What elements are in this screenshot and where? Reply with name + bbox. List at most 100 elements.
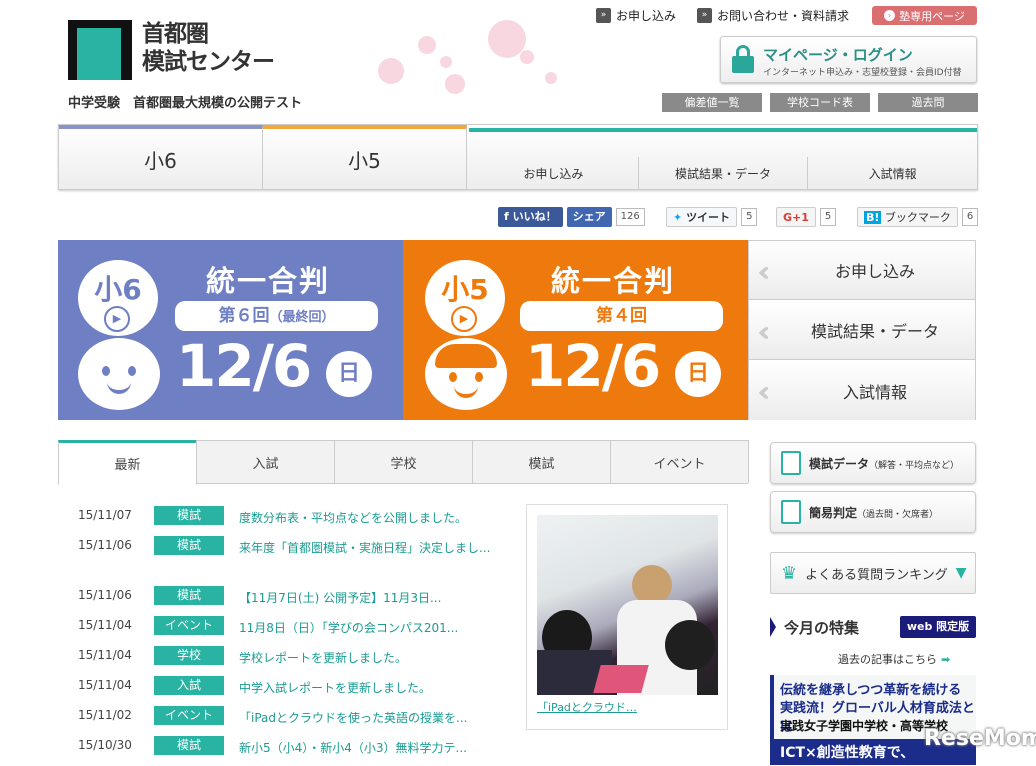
feature-headline-3: ICT×創造性教育で、 [780, 745, 915, 761]
news-category-badge[interactable]: 模試 [154, 586, 224, 605]
side-link-exam-info[interactable]: ‹‹‹ 入試情報 [749, 361, 975, 420]
document-stack-icon [781, 451, 801, 475]
past-exam-button[interactable]: 過去問 [878, 93, 978, 112]
facebook-like-button[interactable]: f いいね！ [498, 207, 563, 227]
nav-exam-info[interactable]: 入試情報 [807, 157, 977, 189]
feature-article-banner[interactable]: 伝統を継承しつつ革新を続ける 実践流！グローバル人材育成法とは 実践女子学園中学… [770, 675, 976, 765]
mypage-login-button[interactable]: マイページ・ログイン インターネット申込み・志望校登録・会員ID付替 [720, 36, 977, 83]
banner-day: 日 [675, 351, 721, 397]
news-category-badge[interactable]: 模試 [154, 536, 224, 555]
news-link[interactable]: 【11月7日(土) 公開予定】11月3日... [239, 588, 499, 608]
hatena-label: ブックマーク [884, 211, 951, 224]
news-link[interactable]: 「iPadとクラウドを使った英語の授業を... [239, 708, 499, 728]
banner-title: 統一合判 [206, 264, 331, 298]
news-link[interactable]: 新小5（小4）・新小4（小3）無料学力テ... [239, 738, 499, 758]
news-link[interactable]: 度数分布表・平均点などを公開しました。 [239, 508, 499, 528]
banner-date: 12/6 [525, 332, 661, 400]
gplus-button[interactable]: G+1 [776, 207, 816, 227]
banner-round: 第６回（最終回） [175, 301, 378, 331]
nav-apply[interactable]: お申し込み [469, 157, 638, 189]
news-category-badge[interactable]: イベント [154, 706, 224, 725]
news-link[interactable]: 学校レポートを更新しました。 [239, 648, 499, 668]
hatena-b-icon: B! [864, 211, 882, 224]
logo-line-1: 首都圏 [142, 21, 209, 47]
juku-page-label: 塾専用ページ [899, 9, 965, 23]
tab-mogi[interactable]: 模試 [472, 440, 611, 483]
hatena-count: 6 [961, 208, 979, 226]
mogi-data-label: 模試データ [809, 456, 870, 471]
faq-ranking-button[interactable]: ♛ よくある質問ランキング ▼ [770, 552, 976, 594]
list-item: 15/11/07 模試 度数分布表・平均点などを公開しました。 [78, 506, 498, 536]
news-category-badge[interactable]: 入試 [154, 676, 224, 695]
play-icon: ▶ [104, 306, 130, 332]
news-tabs: 最新 入試 学校 模試 イベント [58, 440, 749, 485]
past-articles-link[interactable]: 過去の記事はこちら ➡ [838, 651, 950, 667]
news-date: 15/10/30 [78, 738, 132, 752]
tweet-button[interactable]: ✦ ツイート [666, 207, 738, 227]
tab-exam[interactable]: 入試 [196, 440, 335, 483]
chevron-left-icon: ‹‹‹ [757, 375, 770, 408]
fb-like-label: いいね！ [512, 210, 557, 223]
banner-title: 統一合判 [551, 264, 676, 298]
crown-icon: ♛ [781, 562, 798, 584]
news-category-badge[interactable]: イベント [154, 616, 224, 635]
nav-accent-bar [469, 128, 977, 132]
news-list: 15/11/07 模試 度数分布表・平均点などを公開しました。 15/11/06 模試… [78, 506, 498, 766]
news-category-badge[interactable]: 模試 [154, 736, 224, 755]
top-link-apply-label: お申し込み [616, 9, 677, 23]
gplus-share: G+1 5 [776, 207, 837, 227]
list-item: 15/10/30 模試 新小5（小4）・新小4（小3）無料学力テ... [78, 736, 498, 766]
side-link-apply[interactable]: ‹‹‹ お申し込み [749, 241, 975, 300]
tab-school[interactable]: 学校 [334, 440, 473, 483]
photo-caption-link[interactable]: 「iPadとクラウド… [537, 699, 637, 715]
news-link[interactable]: 来年度「首都圏模試・実施日程」決定しまし... [239, 538, 499, 558]
hensachi-list-button[interactable]: 偏差値一覧 [662, 93, 762, 112]
side-link-results[interactable]: ‹‹‹ 模試結果・データ [749, 301, 975, 360]
news-date: 15/11/07 [78, 508, 132, 522]
top-link-apply[interactable]: » お申し込み [596, 7, 676, 24]
logo-text[interactable]: 首都圏 模試センター [142, 20, 275, 76]
list-item: 15/11/06 模試 来年度「首都圏模試・実施日程」決定しまし... [78, 536, 498, 586]
nav-grade5[interactable]: 小5 [263, 125, 467, 189]
featured-photo-card[interactable]: 「iPadとクラウド… [526, 504, 728, 730]
banner-day: 日 [326, 351, 372, 397]
tab-event[interactable]: イベント [610, 440, 749, 483]
tweet-count: 5 [741, 208, 758, 226]
banner-side-links: ‹‹‹ お申し込み ‹‹‹ 模試結果・データ ‹‹‹ 入試情報 [748, 240, 976, 420]
top-link-contact-label: お問い合わせ・資料請求 [717, 9, 850, 23]
nav-results[interactable]: 模試結果・データ [637, 157, 808, 189]
main-nav: 小6 小5 お申し込み 模試結果・データ 入試情報 [58, 124, 978, 190]
facebook-share-button[interactable]: シェア [566, 207, 612, 227]
double-chevron-icon: » [697, 8, 712, 23]
feature-headline-1: 伝統を継承しつつ革新を続ける [780, 683, 962, 698]
list-item: 15/11/04 入試 中学入試レポートを更新しました。 [78, 676, 498, 706]
news-category-badge[interactable]: 模試 [154, 506, 224, 525]
kan-i-hantei-button[interactable]: 簡易判定（過去問・欠席者） [770, 491, 976, 533]
facebook-share: f いいね！ シェア 126 [498, 207, 645, 227]
mogi-data-note: （解答・平均点など） [869, 460, 960, 471]
banner-round-note: （最終回） [269, 310, 335, 325]
banner-grade6[interactable]: 小6 ▶ 統一合判 第６回（最終回） 12/6 日 [58, 240, 403, 420]
child-face-icon [78, 338, 160, 410]
logo-mark[interactable] [68, 20, 132, 80]
tab-latest[interactable]: 最新 [58, 440, 197, 485]
nav-grade6[interactable]: 小6 [59, 125, 263, 189]
news-date: 15/11/04 [78, 678, 132, 692]
gplus-count: 5 [819, 208, 837, 226]
news-date: 15/11/06 [78, 588, 132, 602]
side-link-apply-label: お申し込み [834, 262, 915, 281]
top-link-contact[interactable]: » お問い合わせ・資料請求 [697, 7, 849, 24]
child-face-icon [425, 338, 507, 410]
side-link-exam-info-label: 入試情報 [842, 382, 907, 402]
news-category-badge[interactable]: 学校 [154, 646, 224, 665]
mogi-data-button[interactable]: 模試データ（解答・平均点など） [770, 442, 976, 484]
school-code-button[interactable]: 学校コード表 [770, 93, 870, 112]
banner-grade5[interactable]: 小5 ▶ 統一合判 第４回 12/6 日 [403, 240, 748, 420]
news-link[interactable]: 中学入試レポートを更新しました。 [239, 678, 499, 698]
hatena-bookmark-button[interactable]: B! ブックマーク [857, 207, 958, 227]
news-link[interactable]: 11月8日（日）「学びの会コンパス201... [239, 618, 499, 638]
double-chevron-icon: » [596, 8, 611, 23]
juku-page-button[interactable]: › 塾専用ページ [872, 6, 977, 25]
kan-i-note: （過去問・欠席者） [857, 509, 939, 520]
resemom-watermark: ReseMom [924, 726, 1036, 751]
